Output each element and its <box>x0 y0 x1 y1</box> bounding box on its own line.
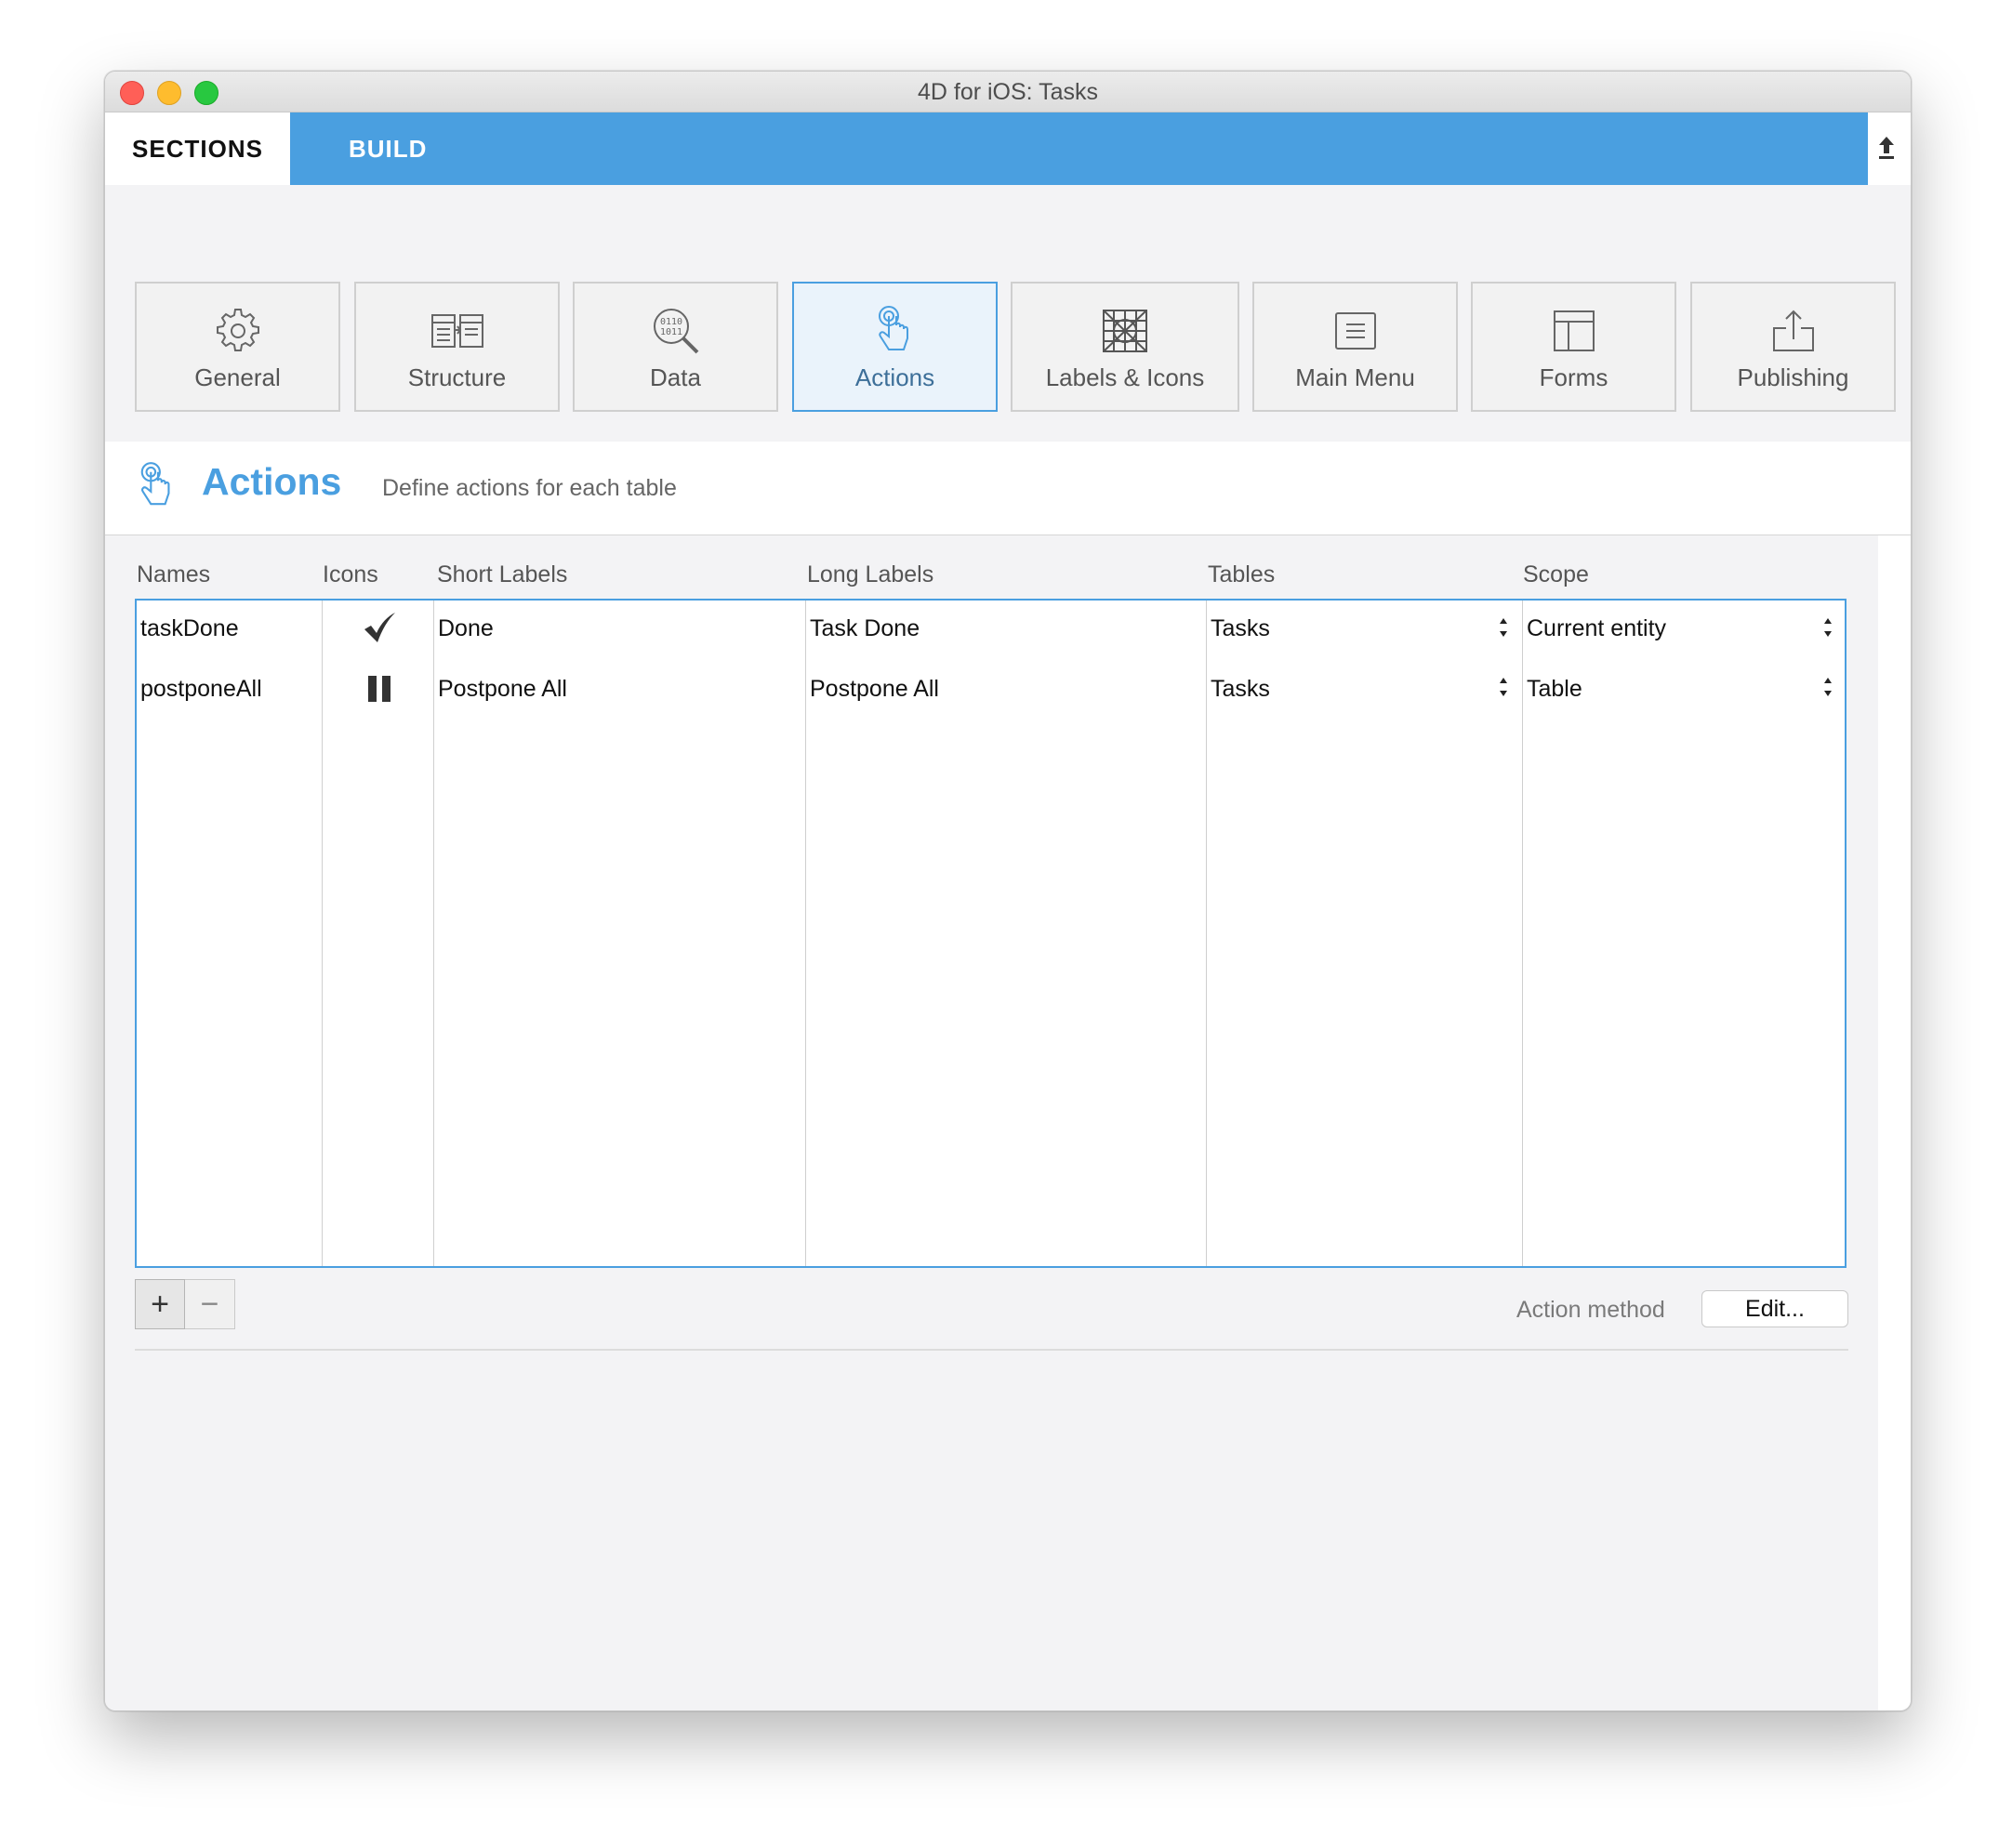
labels-grid-icon <box>1103 310 1147 352</box>
column-divider <box>805 601 806 1266</box>
row-2-name[interactable]: postponeAll <box>140 676 262 703</box>
remove-action-button[interactable]: − <box>185 1279 235 1329</box>
row-1-long-label[interactable]: Task Done <box>810 615 920 642</box>
table-select-stepper-icon[interactable] <box>1497 615 1510 640</box>
section-general-label: General <box>194 363 281 391</box>
section-structure-label: Structure <box>407 363 507 391</box>
tab-sections[interactable]: SECTIONS <box>105 112 290 185</box>
svg-text:1011: 1011 <box>659 327 682 337</box>
pause-icon[interactable] <box>367 675 391 703</box>
add-remove-control: + − <box>135 1279 235 1329</box>
sections-toolbar: General Structure 0110 1011 Data Actions… <box>105 185 1911 442</box>
structure-icon <box>430 314 483 348</box>
section-general[interactable]: General <box>135 282 340 412</box>
row-2-long-label[interactable]: Postpone All <box>810 676 939 703</box>
checkmark-icon[interactable] <box>363 612 396 643</box>
row-2-short-label[interactable]: Postpone All <box>438 676 567 703</box>
title-bar: 4D for iOS: Tasks <box>105 72 1911 112</box>
main-menu-icon <box>1334 312 1376 350</box>
action-method-label: Action method <box>1516 1297 1665 1323</box>
page-title: Actions <box>202 460 342 503</box>
section-labels-icons[interactable]: Labels & Icons <box>1011 282 1239 412</box>
scroll-area-edge <box>1878 535 1911 1710</box>
section-publishing[interactable]: Publishing <box>1690 282 1896 412</box>
main-tab-bar: SECTIONS BUILD <box>105 112 1911 185</box>
section-labels-icons-label: Labels & Icons <box>1045 363 1205 391</box>
column-divider <box>1206 601 1207 1266</box>
tab-build[interactable]: BUILD <box>290 112 1868 185</box>
column-header-long-labels: Long Labels <box>807 561 934 587</box>
actions-content: Names Icons Short Labels Long Labels Tab… <box>105 535 1878 1710</box>
row-1-name[interactable]: taskDone <box>140 615 239 642</box>
section-data[interactable]: 0110 1011 Data <box>573 282 778 412</box>
data-magnifier-icon: 0110 1011 <box>653 309 698 354</box>
touch-hand-icon <box>140 462 170 506</box>
table-select-stepper-icon[interactable] <box>1497 675 1510 699</box>
column-divider <box>433 601 434 1266</box>
section-structure[interactable]: Structure <box>354 282 560 412</box>
column-header-scope: Scope <box>1523 561 1589 587</box>
section-actions-label: Actions <box>854 363 935 391</box>
section-forms-label: Forms <box>1539 363 1608 391</box>
window-title: 4D for iOS: Tasks <box>917 79 1099 105</box>
row-2-scope-value[interactable]: Table <box>1527 676 1582 703</box>
edit-action-method-button[interactable]: Edit... <box>1701 1290 1848 1327</box>
page-description: Define actions for each table <box>382 475 677 501</box>
row-2-table-value[interactable]: Tasks <box>1211 676 1270 703</box>
section-main-menu-label: Main Menu <box>1295 363 1415 391</box>
row-1-short-label[interactable]: Done <box>438 615 494 642</box>
upload-arrow-icon <box>1879 137 1894 159</box>
column-header-short-labels: Short Labels <box>437 561 568 587</box>
column-header-tables: Tables <box>1208 561 1276 587</box>
row-1-scope-value[interactable]: Current entity <box>1527 615 1666 642</box>
column-divider <box>1522 601 1523 1266</box>
column-header-names: Names <box>137 561 211 587</box>
divider <box>135 1349 1848 1351</box>
publish-upload-icon <box>1772 310 1814 351</box>
upload-button[interactable] <box>1872 129 1901 166</box>
scope-select-stepper-icon[interactable] <box>1821 615 1834 640</box>
pane-header: Actions Define actions for each table <box>105 442 1911 535</box>
row-1-table-value[interactable]: Tasks <box>1211 615 1270 642</box>
scope-select-stepper-icon[interactable] <box>1821 675 1834 699</box>
section-actions[interactable]: Actions <box>792 282 998 412</box>
touch-hand-icon <box>878 306 908 350</box>
gear-icon <box>216 309 259 351</box>
section-forms[interactable]: Forms <box>1471 282 1676 412</box>
section-publishing-label: Publishing <box>1737 363 1849 391</box>
tab-build-label: BUILD <box>349 134 428 163</box>
column-divider <box>322 601 323 1266</box>
add-action-button[interactable]: + <box>135 1279 185 1329</box>
column-header-icons: Icons <box>323 561 378 587</box>
app-window: 4D for iOS: Tasks SECTIONS BUILD General <box>104 71 1912 1711</box>
svg-text:0110: 0110 <box>659 317 682 327</box>
actions-table[interactable]: taskDone Done Task Done Tasks Current en… <box>135 599 1847 1268</box>
forms-layout-icon <box>1553 310 1595 351</box>
section-data-label: Data <box>650 363 701 391</box>
section-main-menu[interactable]: Main Menu <box>1252 282 1458 412</box>
